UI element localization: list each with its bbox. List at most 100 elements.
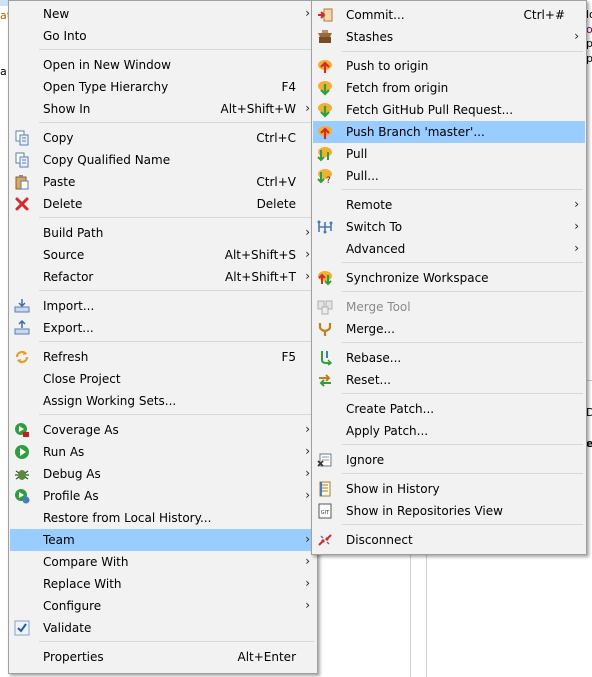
menu-item-label: Compare With (43, 555, 129, 569)
menu-item-label: Debug As (43, 467, 101, 481)
menu-separator (342, 524, 583, 525)
shortcut-label: F5 (281, 350, 296, 364)
debug-icon (15, 470, 29, 480)
menu-item-label: Refactor (43, 270, 94, 284)
menu-item-reset[interactable]: Reset... (313, 369, 585, 391)
menu-item-pull-dialog[interactable]: ? Pull... (313, 165, 585, 187)
menu-item-label: Pull (346, 147, 368, 161)
copy-qualified-name-icon (15, 152, 29, 168)
menu-item-synchronize-workspace[interactable]: Synchronize Workspace (313, 267, 585, 289)
submenu-arrow-icon: › (574, 219, 579, 233)
menu-item-label: Delete (43, 197, 83, 211)
submenu-arrow-icon: › (305, 488, 310, 502)
shortcut-label: Ctrl+# (523, 8, 565, 22)
menu-item-pull[interactable]: Pull (313, 143, 585, 165)
menu-item-run-as[interactable]: Run As › (10, 441, 316, 463)
menu-item-import[interactable]: Import... (10, 295, 316, 317)
menu-item-close-project[interactable]: Close Project (10, 368, 316, 390)
submenu-arrow-icon: › (305, 247, 310, 261)
menu-item-go-into[interactable]: Go Into (10, 25, 316, 47)
menu-item-switch-to[interactable]: Switch To › (313, 216, 585, 238)
submenu-arrow-icon: › (305, 225, 310, 239)
validate-check-icon (14, 620, 30, 636)
shortcut-label: Alt+Enter (237, 650, 296, 664)
submenu-arrow-icon: › (305, 444, 310, 458)
menu-item-show-in[interactable]: Show In Alt+Shift+W › (10, 98, 316, 120)
rebase-icon (321, 351, 333, 366)
menu-item-push-branch-master[interactable]: Push Branch 'master'... (313, 121, 585, 143)
repositories-view-icon: GIT (318, 503, 332, 519)
menu-item-remote[interactable]: Remote › (313, 194, 585, 216)
menu-item-new[interactable]: New › (10, 3, 316, 25)
view-divider (410, 550, 411, 677)
shortcut-label: F4 (281, 80, 296, 94)
shortcut-label: Ctrl+V (256, 175, 296, 189)
menu-item-advanced[interactable]: Advanced › (313, 238, 585, 260)
run-icon (15, 445, 29, 459)
menu-item-fetch-from-origin[interactable]: Fetch from origin (313, 77, 585, 99)
menu-item-refactor[interactable]: Refactor Alt+Shift+T › (10, 266, 316, 288)
menu-item-label: Build Path (43, 226, 104, 240)
pull-dialog-icon: ? (317, 169, 332, 184)
menu-item-show-in-repositories-view[interactable]: GIT Show in Repositories View (313, 500, 585, 522)
menu-item-delete[interactable]: Delete Delete (10, 193, 316, 215)
menu-item-open-type-hierarchy[interactable]: Open Type Hierarchy F4 (10, 76, 316, 98)
menu-item-assign-working-sets[interactable]: Assign Working Sets... (10, 390, 316, 412)
menu-item-source[interactable]: Source Alt+Shift+S › (10, 244, 316, 266)
menu-item-commit[interactable]: Commit... Ctrl+# (313, 4, 585, 26)
menu-item-validate[interactable]: Validate (10, 617, 316, 639)
menu-item-show-in-history[interactable]: Show in History (313, 478, 585, 500)
menu-item-configure[interactable]: Configure › (10, 595, 316, 617)
menu-separator (39, 341, 314, 342)
menu-item-profile-as[interactable]: Profile As › (10, 485, 316, 507)
menu-item-paste[interactable]: Paste Ctrl+V (10, 171, 316, 193)
menu-item-properties[interactable]: Properties Alt+Enter (10, 646, 316, 668)
menu-item-label: Pull... (346, 169, 379, 183)
menu-item-fetch-github-pull-request[interactable]: Fetch GitHub Pull Request... (313, 99, 585, 121)
menu-item-merge[interactable]: Merge... (313, 318, 585, 340)
menu-separator (342, 444, 583, 445)
menu-item-label: Validate (43, 621, 92, 635)
fetch-pull-request-icon (318, 103, 332, 118)
menu-item-label: Merge Tool (346, 300, 411, 314)
menu-item-compare-with[interactable]: Compare With › (10, 551, 316, 573)
shortcut-label: Delete (256, 197, 296, 211)
menu-item-stashes[interactable]: Stashes › (313, 26, 585, 48)
menu-item-copy-qualified-name[interactable]: Copy Qualified Name (10, 149, 316, 171)
menu-separator (342, 342, 583, 343)
merge-icon (318, 323, 332, 336)
menu-item-create-patch[interactable]: Create Patch... (313, 398, 585, 420)
menu-item-restore-from-local-history[interactable]: Restore from Local History... (10, 507, 316, 529)
menu-item-label: Synchronize Workspace (346, 271, 489, 285)
menu-separator (39, 290, 314, 291)
menu-separator (342, 51, 583, 52)
menu-item-label: Properties (43, 650, 104, 664)
history-icon (319, 481, 331, 497)
project-context-menu: New › Go Into Open in New Window Open Ty… (8, 0, 318, 674)
menu-item-export[interactable]: Export... (10, 317, 316, 339)
menu-separator (39, 217, 314, 218)
menu-item-label: Disconnect (346, 533, 413, 547)
menu-separator (342, 189, 583, 190)
menu-item-label: Commit... (346, 8, 405, 22)
team-submenu: Commit... Ctrl+# Stashes › Push to origi… (311, 0, 587, 555)
menu-item-rebase[interactable]: Rebase... (313, 347, 585, 369)
menu-item-open-in-new-window[interactable]: Open in New Window (10, 54, 316, 76)
push-icon (318, 60, 332, 73)
menu-item-refresh[interactable]: Refresh F5 (10, 346, 316, 368)
menu-item-label: Open Type Hierarchy (43, 80, 169, 94)
menu-item-replace-with[interactable]: Replace With › (10, 573, 316, 595)
menu-item-copy[interactable]: Copy Ctrl+C (10, 127, 316, 149)
menu-item-ignore[interactable]: Ignore (313, 449, 585, 471)
menu-item-coverage-as[interactable]: Coverage As › (10, 419, 316, 441)
menu-item-disconnect[interactable]: Disconnect (313, 529, 585, 551)
editor-selection-strip (0, 0, 8, 6)
menu-item-debug-as[interactable]: Debug As › (10, 463, 316, 485)
editor-text-fragment: a (0, 66, 7, 78)
menu-item-build-path[interactable]: Build Path › (10, 222, 316, 244)
menu-item-label: Fetch GitHub Pull Request... (346, 103, 514, 117)
menu-item-apply-patch[interactable]: Apply Patch... (313, 420, 585, 442)
menu-item-team[interactable]: Team › (10, 529, 316, 551)
menu-item-push-to-origin[interactable]: Push to origin (313, 55, 585, 77)
menu-item-merge-tool[interactable]: Merge Tool (313, 296, 585, 318)
